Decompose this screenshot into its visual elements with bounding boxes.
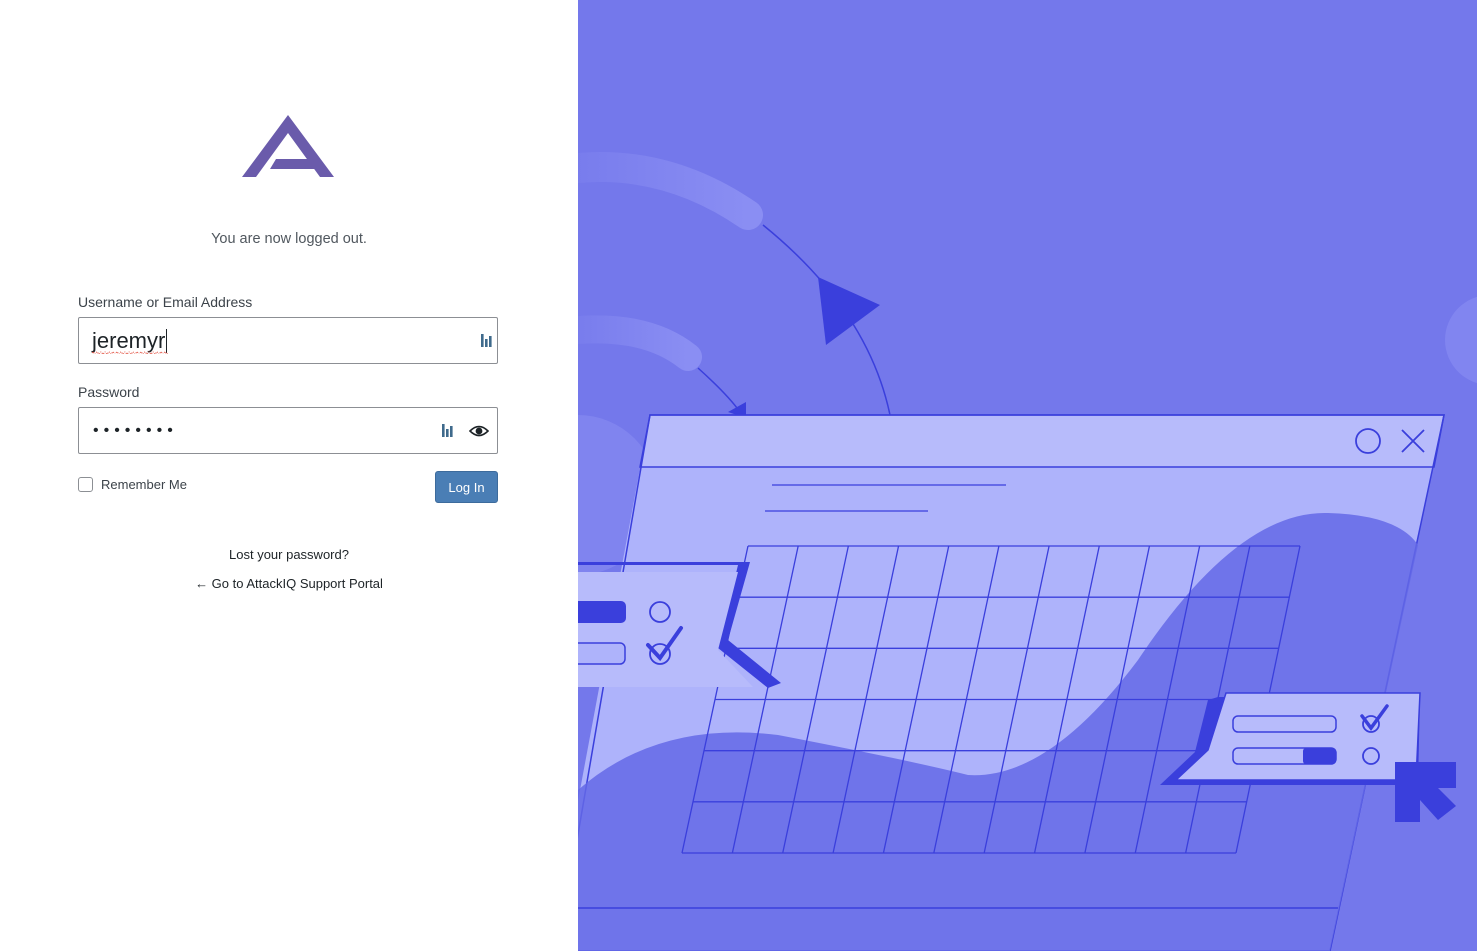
log-in-button[interactable]: Log In — [435, 471, 498, 503]
input-bar-fill — [1303, 748, 1336, 764]
eye-icon[interactable] — [469, 422, 489, 440]
login-panel: You are now logged out. Username or Emai… — [0, 0, 578, 951]
decorative-illustration — [578, 0, 1477, 951]
browser-titlebar — [639, 414, 1445, 468]
remember-me-checkbox[interactable] — [78, 477, 93, 492]
lost-password-link[interactable]: Lost your password? — [0, 547, 578, 562]
username-label: Username or Email Address — [78, 294, 253, 310]
username-input[interactable]: jeremyr — [78, 317, 498, 364]
password-manager-icon[interactable] — [441, 423, 453, 439]
back-to-portal-link[interactable]: ← Go to AttackIQ Support Portal — [0, 576, 578, 591]
logged-out-message: You are now logged out. — [211, 231, 367, 247]
password-input[interactable]: •••••••• — [78, 407, 498, 454]
input-bar — [578, 601, 626, 623]
password-manager-icon[interactable] — [480, 333, 492, 349]
input-bar — [578, 642, 626, 665]
input-bar — [1232, 715, 1337, 733]
password-label: Password — [78, 384, 140, 400]
username-value: jeremyr — [92, 328, 168, 353]
password-value: •••••••• — [93, 422, 178, 439]
remember-me[interactable]: Remember Me — [78, 477, 187, 492]
remember-me-label: Remember Me — [101, 477, 187, 492]
attackiq-logo-icon — [242, 115, 334, 177]
spellcheck-underline — [92, 351, 169, 354]
